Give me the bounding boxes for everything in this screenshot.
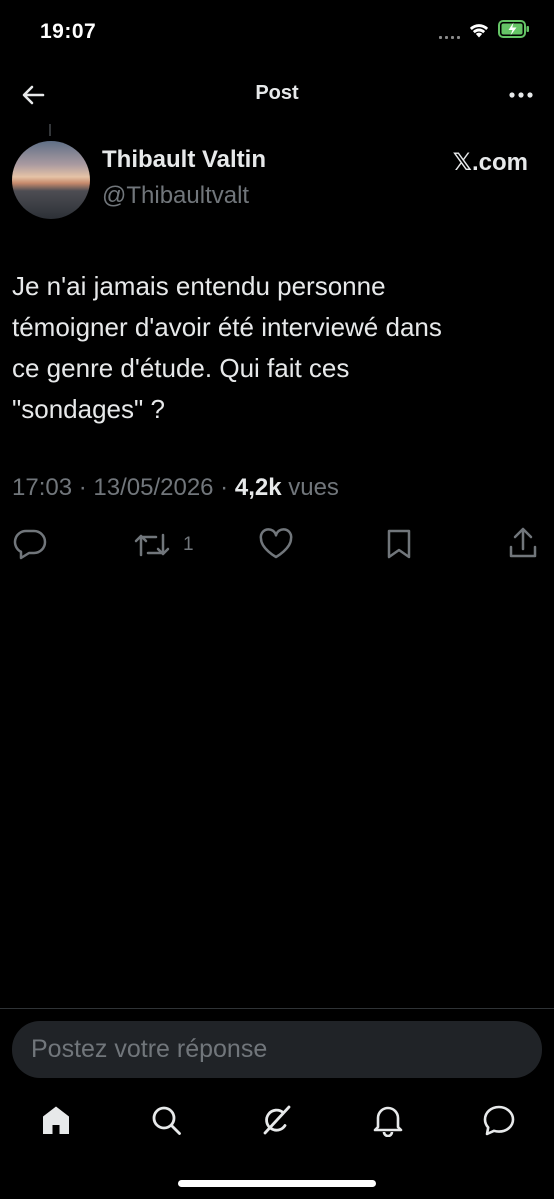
retweet-count: 1 [183,534,194,555]
more-button[interactable] [506,80,536,110]
wifi-icon [468,21,490,43]
views-count[interactable]: 4,2k [235,474,282,501]
like-icon [259,528,293,559]
retweet-icon [134,533,170,557]
battery-icon [498,20,530,43]
reply-composer[interactable] [12,1021,542,1078]
thread-line [49,124,51,136]
post-date: 13/05/2026 [93,474,214,501]
post-text: Je n'ai jamais entendu personne témoigne… [12,271,442,424]
author-name[interactable]: Thibault Valtin [102,146,266,174]
divider [0,1008,554,1009]
tab-grok[interactable] [261,1104,293,1136]
reply-input[interactable] [29,1034,542,1065]
tab-notifications[interactable] [372,1103,404,1137]
views-label: vues [288,474,339,501]
source-label: 𝕏.com [452,149,528,176]
grok-icon [263,1105,291,1135]
search-icon [152,1106,181,1135]
more-icon [509,92,533,98]
share-icon [509,527,537,558]
tab-home[interactable] [41,1104,71,1136]
share-button[interactable] [507,526,539,560]
reply-icon [13,529,47,560]
bookmark-button[interactable] [385,527,413,561]
status-icons [439,20,530,43]
like-button[interactable] [258,528,294,560]
tab-messages[interactable] [482,1104,516,1136]
retweet-button[interactable] [133,530,171,560]
post-time: 17:03 [12,474,73,501]
messages-icon [483,1105,515,1136]
bookmark-icon [387,529,411,559]
home-indicator [178,1180,376,1187]
status-time: 19:07 [40,20,97,43]
reply-button[interactable] [13,528,47,560]
tab-search[interactable] [150,1104,182,1136]
avatar[interactable] [12,141,90,219]
signal-icon [439,25,460,39]
post-meta: 17:03 · 13/05/2026 · 4,2k vues [12,474,339,501]
author-handle[interactable]: @Thibaultvalt [102,182,249,210]
notifications-icon [373,1106,403,1137]
page-title: Post [255,82,299,104]
home-icon [43,1106,69,1134]
